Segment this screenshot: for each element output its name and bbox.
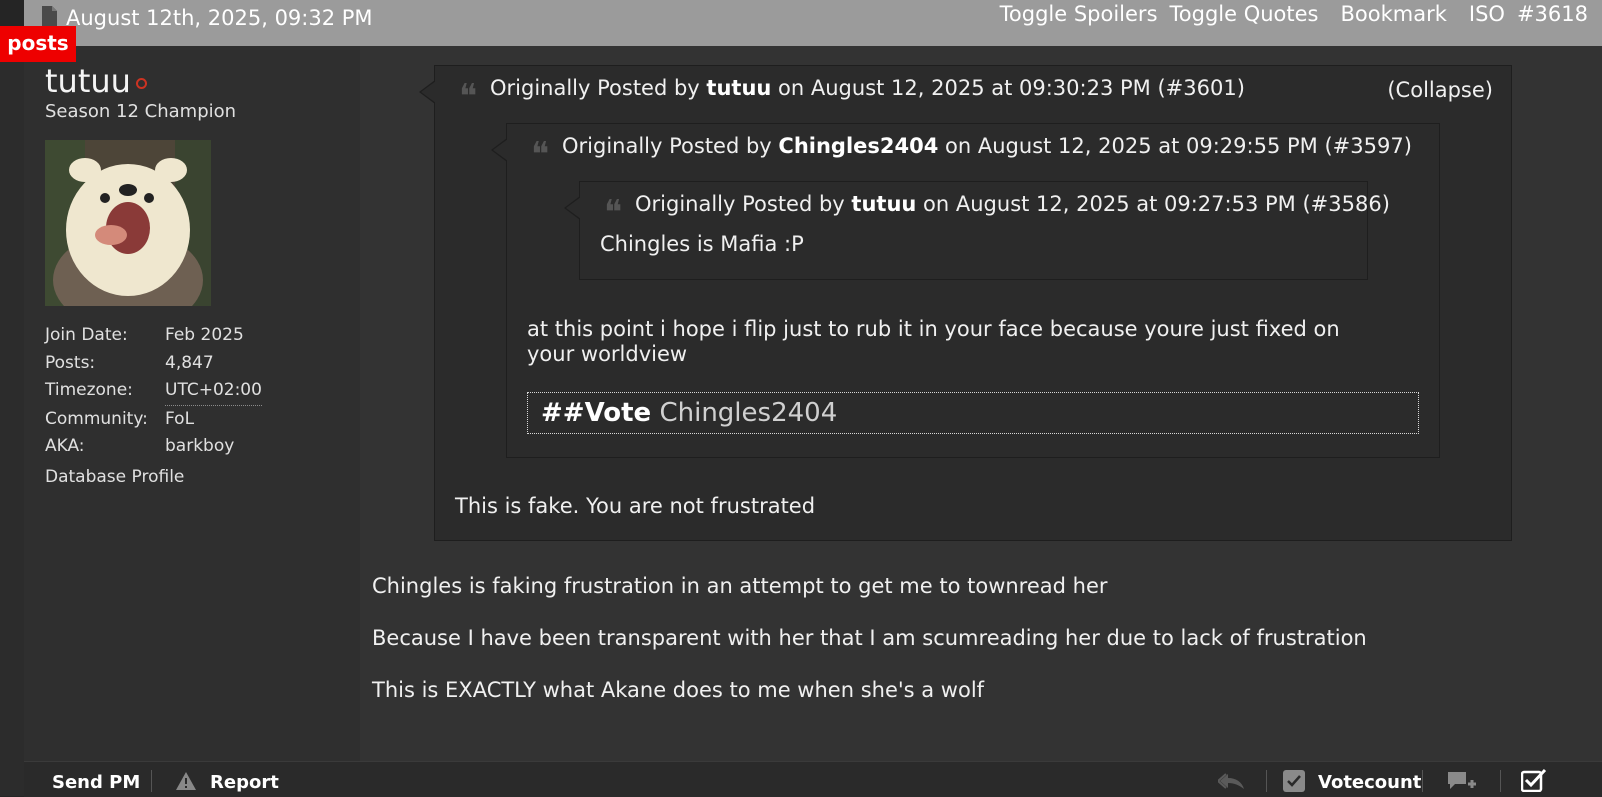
quote-header: Originally Posted by tutuu on August 12,…	[490, 76, 1245, 100]
avatar[interactable]	[45, 140, 211, 306]
iso-link[interactable]: ISO	[1469, 2, 1505, 26]
warning-icon	[176, 772, 196, 790]
vote-label: ##Vote	[541, 398, 652, 428]
quote-text: Chingles is Mafia :P	[600, 232, 804, 256]
vote-target: Chingles2404	[659, 398, 838, 428]
post-paragraph: Because I have been transparent with her…	[372, 626, 1367, 650]
quote-author-link[interactable]: tutuu	[851, 192, 916, 216]
send-pm-button[interactable]: Send PM	[52, 772, 140, 793]
toggle-spoilers-link[interactable]: Toggle Spoilers	[1000, 2, 1158, 26]
divider	[1422, 770, 1423, 792]
quote-header: Originally Posted by tutuu on August 12,…	[635, 192, 1390, 216]
database-profile-link[interactable]: Database Profile	[45, 467, 184, 487]
aka-row: AKA: barkboy	[45, 436, 235, 456]
post-number-link[interactable]: #3618	[1517, 2, 1588, 26]
post-header-links: Toggle Spoilers Toggle Quotes Bookmark I…	[988, 2, 1588, 26]
quote-mark-icon: ❝	[531, 135, 550, 175]
quote-middle: ❝ Originally Posted by Chingles2404 on A…	[491, 123, 1440, 458]
add-comment-icon[interactable]	[1446, 770, 1476, 792]
post-header-bar: August 12th, 2025, 09:32 PM Toggle Spoil…	[24, 0, 1602, 46]
post-content: ❝ Originally Posted by tutuu on August 1…	[360, 46, 1602, 761]
post-footer-bar: Send PM Report Votecount	[24, 761, 1602, 797]
quote-text: at this point i hope i flip just to rub …	[527, 317, 1340, 366]
divider	[1500, 770, 1501, 792]
vote-box: ##Vote Chingles2404	[527, 392, 1419, 434]
quote-mark-icon: ❝	[604, 193, 623, 233]
checkbox-icon[interactable]	[1521, 768, 1547, 792]
collapse-button[interactable]: (Collapse)	[1387, 78, 1493, 102]
quote-inner: ❝ Originally Posted by tutuu on August 1…	[564, 181, 1390, 280]
quote-header: Originally Posted by Chingles2404 on Aug…	[562, 134, 1412, 158]
user-info-panel: tutuu Season 12 Champion Join Date: Feb …	[24, 46, 360, 761]
offline-status-icon	[136, 78, 147, 89]
posts-count-row: Posts: 4,847	[45, 352, 214, 373]
votecount-icon[interactable]	[1282, 769, 1306, 793]
quote-author-link[interactable]: tutuu	[706, 76, 771, 100]
document-icon	[42, 6, 57, 26]
user-stats: Join Date: Feb 2025 Posts: 4,847 Timezon…	[45, 322, 262, 461]
quote-post-link[interactable]: on August 12, 2025 at 09:27:53 PM (#3586…	[923, 192, 1390, 216]
toggle-quotes-link[interactable]: Toggle Quotes	[1170, 2, 1319, 26]
report-button[interactable]: Report	[210, 772, 279, 793]
left-gutter	[0, 46, 24, 796]
post-paragraph: Chingles is faking frustration in an att…	[372, 574, 1108, 598]
quote-post-link[interactable]: on August 12, 2025 at 09:29:55 PM (#3597…	[945, 134, 1412, 158]
quote-outer: ❝ Originally Posted by tutuu on August 1…	[419, 65, 1512, 541]
divider	[151, 770, 152, 792]
user-title: Season 12 Champion	[45, 101, 237, 122]
divider	[1266, 770, 1267, 792]
quote-post-link[interactable]: on August 12, 2025 at 09:30:23 PM (#3601…	[778, 76, 1245, 100]
quote-author-link[interactable]: Chingles2404	[778, 134, 938, 158]
timezone-row: Timezone: UTC+02:00	[45, 377, 262, 406]
join-date-row: Join Date: Feb 2025	[45, 325, 244, 345]
posts-badge[interactable]: posts	[0, 26, 76, 62]
post-datetime: August 12th, 2025, 09:32 PM	[66, 6, 373, 30]
timezone-value[interactable]: UTC+02:00	[165, 377, 262, 406]
community-row: Community: FoL	[45, 408, 195, 429]
bookmark-link[interactable]: Bookmark	[1341, 2, 1447, 26]
username-link[interactable]: tutuu	[45, 62, 131, 100]
reply-all-icon[interactable]	[1218, 772, 1246, 790]
quote-text: This is fake. You are not frustrated	[455, 494, 816, 518]
post-paragraph: This is EXACTLY what Akane does to me wh…	[372, 678, 985, 702]
quote-mark-icon: ❝	[459, 77, 478, 117]
votecount-button[interactable]: Votecount	[1318, 772, 1421, 793]
